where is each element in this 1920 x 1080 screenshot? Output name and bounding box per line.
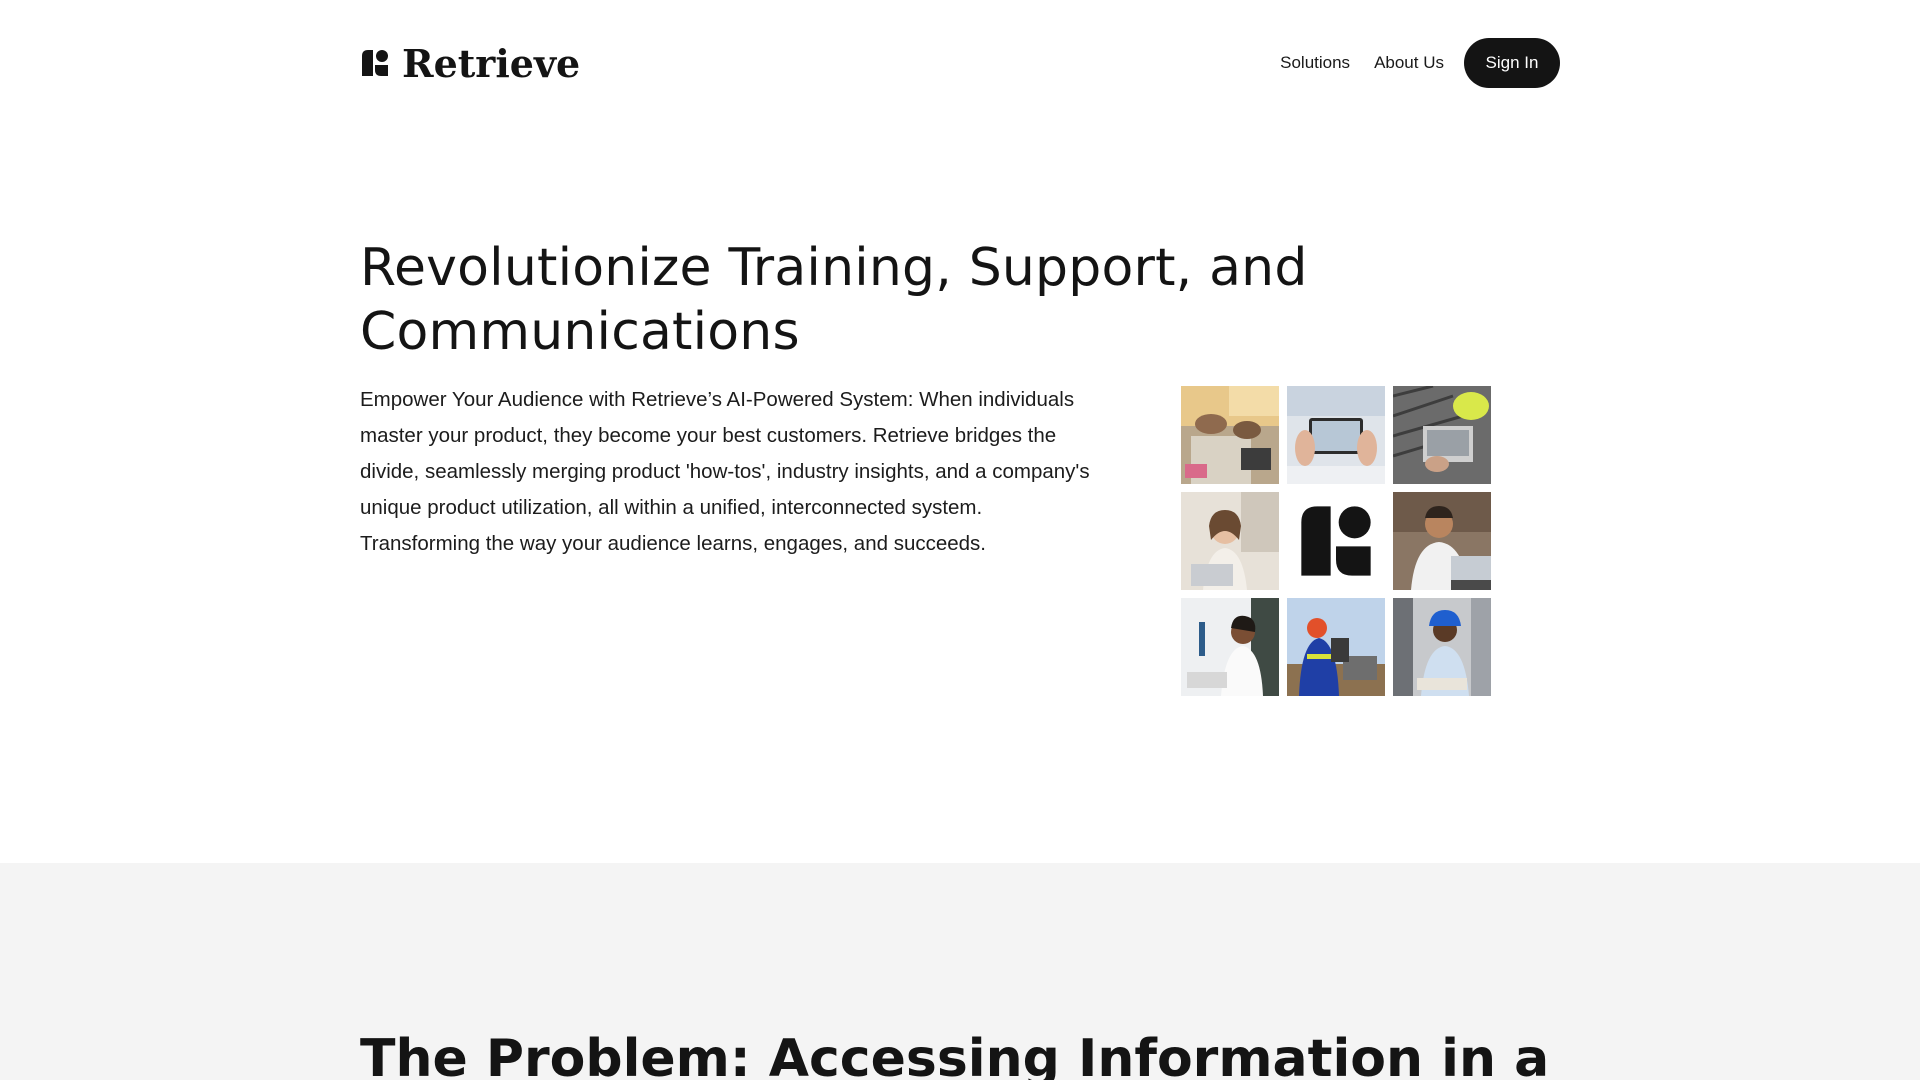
retrieve-logo-icon <box>362 50 388 76</box>
team-planning-photo <box>1181 386 1279 484</box>
nav-solutions-link[interactable]: Solutions <box>1280 53 1350 73</box>
nav-about-link[interactable]: About Us <box>1374 53 1444 73</box>
man-on-phone-photo <box>1393 492 1491 590</box>
photo-grid <box>1181 386 1495 696</box>
problem-title: The Problem: Accessing Information in a <box>360 1029 1550 1080</box>
lab-scientist-photo <box>1181 598 1279 696</box>
retrieve-logo-tile <box>1287 492 1385 590</box>
hero-title: Revolutionize Training, Support, and Com… <box>360 238 1308 362</box>
field-worker-tablet-photo <box>1287 598 1385 696</box>
tablet-in-hands-photo <box>1287 386 1385 484</box>
retrieve-logo-icon <box>1301 506 1371 576</box>
headset-support-agent-photo <box>1181 492 1279 590</box>
engineer-hardhat-photo <box>1393 598 1491 696</box>
sign-in-button[interactable]: Sign In <box>1464 38 1560 88</box>
site-header: Retrieve Solutions About Us Sign In <box>360 38 1560 88</box>
main-nav: Solutions About Us Sign In <box>1280 38 1560 88</box>
problem-section: The Problem: Accessing Information in a <box>0 863 1920 1080</box>
laptop-typing-photo <box>1393 386 1491 484</box>
brand-name: Retrieve <box>402 40 581 86</box>
brand-logo[interactable]: Retrieve <box>360 38 580 88</box>
hero-description: Empower Your Audience with Retrieve’s AI… <box>360 388 1090 555</box>
